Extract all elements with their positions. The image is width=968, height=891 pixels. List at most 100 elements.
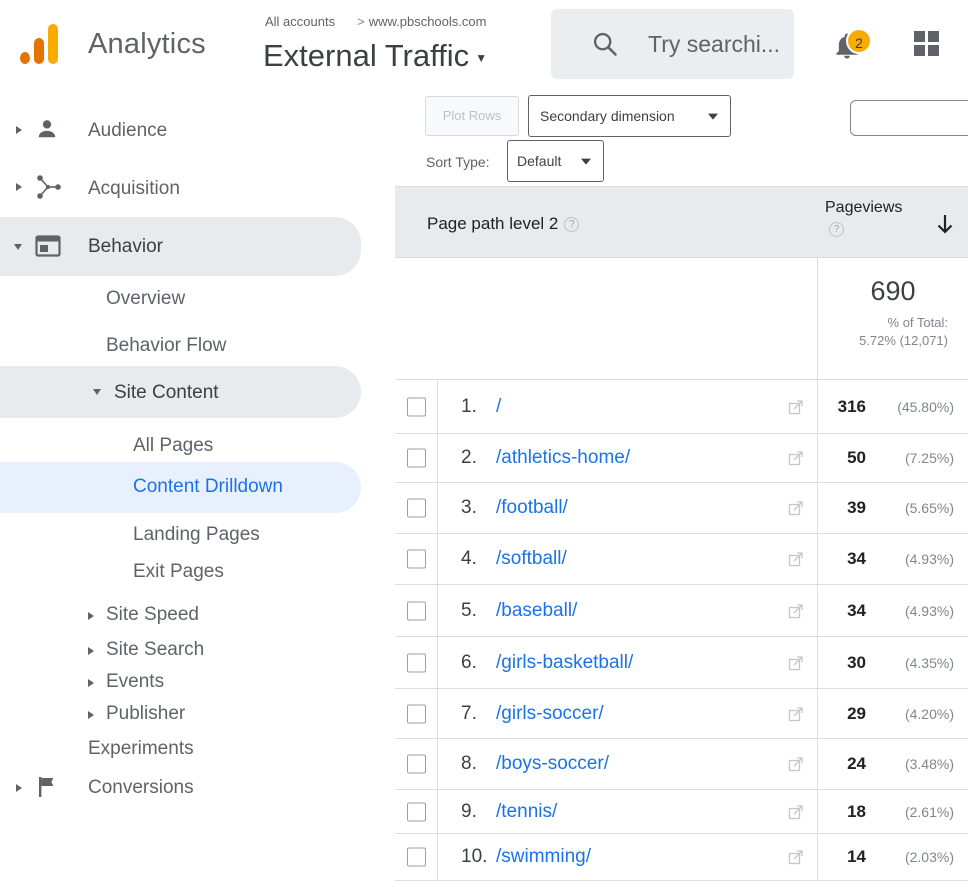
- row-checkbox[interactable]: [407, 754, 426, 774]
- breadcrumb-property[interactable]: www.pbschools.com: [369, 14, 487, 29]
- sidebar-item-site-content[interactable]: Site Content: [0, 366, 361, 418]
- view-selector[interactable]: External Traffic ▼: [263, 38, 487, 74]
- column-divider: [817, 380, 818, 433]
- sort-type-dropdown[interactable]: Default: [507, 140, 604, 182]
- page-path-link[interactable]: /baseball/: [496, 600, 577, 622]
- row-checkbox[interactable]: [407, 802, 426, 821]
- open-external-icon[interactable]: [788, 804, 804, 820]
- chevron-down-icon: [708, 113, 718, 120]
- column-divider: [817, 534, 818, 584]
- secondary-dimension-dropdown[interactable]: Secondary dimension: [528, 95, 731, 137]
- row-checkbox[interactable]: [407, 549, 426, 569]
- open-external-icon[interactable]: [788, 450, 804, 466]
- row-index: 8.: [461, 753, 477, 774]
- open-external-icon[interactable]: [788, 655, 804, 671]
- summary-pct-value: 5.72% (12,071): [859, 333, 948, 348]
- table-row: 7. /girls-soccer/29 (4.20%): [395, 688, 968, 738]
- row-checkbox-cell: [395, 534, 438, 584]
- search-input[interactable]: [648, 31, 788, 57]
- pageviews-column-header[interactable]: Pageviews ?: [825, 199, 902, 237]
- sidebar-item-exit-pages[interactable]: Exit Pages: [133, 561, 224, 583]
- row-checkbox[interactable]: [407, 498, 426, 518]
- column-divider: [817, 689, 818, 738]
- sidebar-nav: Audience Acquisition Behavior Overview B…: [0, 90, 395, 891]
- sidebar-item-publisher[interactable]: Publisher: [86, 703, 356, 727]
- open-external-icon[interactable]: [788, 756, 804, 772]
- page-path-link[interactable]: /athletics-home/: [496, 447, 630, 469]
- search-box[interactable]: [551, 9, 794, 79]
- sidebar-item-content-drilldown[interactable]: Content Drilldown: [0, 462, 361, 513]
- table-filter-input[interactable]: [850, 100, 968, 136]
- sidebar-label-behavior-flow: Behavior Flow: [106, 335, 227, 356]
- row-checkbox[interactable]: [407, 847, 426, 867]
- page-path-link[interactable]: /tennis/: [496, 801, 557, 823]
- chevron-down-icon: [581, 158, 591, 165]
- page-path-link[interactable]: /football/: [496, 497, 568, 519]
- page-path-link[interactable]: /girls-soccer/: [496, 703, 604, 725]
- sidebar-item-behavior[interactable]: Behavior: [0, 217, 361, 276]
- sidebar-item-experiments[interactable]: Experiments: [88, 738, 194, 760]
- sidebar-item-acquisition[interactable]: Acquisition: [0, 170, 360, 206]
- row-checkbox[interactable]: [407, 601, 426, 620]
- expand-arrow-icon: [88, 711, 94, 719]
- collapse-arrow-icon: [93, 389, 101, 395]
- analytics-logo-icon[interactable]: [20, 22, 60, 64]
- pageviews-value: 34: [847, 600, 866, 620]
- row-checkbox-cell: [395, 585, 438, 636]
- sidebar-item-all-pages[interactable]: All Pages: [133, 435, 213, 457]
- sort-descending-arrow-icon[interactable]: [935, 212, 955, 236]
- sidebar-label-all-pages: All Pages: [133, 435, 214, 456]
- row-checkbox-cell: [395, 434, 438, 482]
- expand-arrow-icon: [88, 647, 94, 655]
- column-divider: [817, 739, 818, 789]
- sidebar-item-landing-pages[interactable]: Landing Pages: [133, 524, 260, 546]
- row-checkbox[interactable]: [407, 704, 426, 723]
- page-path-link[interactable]: /boys-soccer/: [496, 753, 609, 775]
- page-path-link[interactable]: /: [496, 396, 501, 418]
- sidebar-item-events[interactable]: Events: [86, 671, 356, 695]
- open-external-icon[interactable]: [788, 500, 804, 516]
- column-divider: [817, 834, 818, 880]
- open-external-icon[interactable]: [788, 551, 804, 567]
- sidebar-item-audience[interactable]: Audience: [0, 112, 360, 148]
- sidebar-label-events: Events: [106, 671, 165, 692]
- row-checkbox[interactable]: [407, 653, 426, 672]
- help-icon[interactable]: ?: [829, 222, 844, 237]
- column-divider: [817, 790, 818, 833]
- table-row: 6. /girls-basketball/30 (4.35%): [395, 636, 968, 688]
- app-name: Analytics: [88, 28, 206, 60]
- open-external-icon[interactable]: [788, 603, 804, 619]
- open-external-icon[interactable]: [788, 706, 804, 722]
- page-path-link[interactable]: /girls-basketball/: [496, 652, 633, 674]
- row-index: 10.: [461, 846, 488, 867]
- open-external-icon[interactable]: [788, 399, 804, 415]
- table-bottom-border: [395, 880, 968, 881]
- sidebar-label-overview: Overview: [106, 288, 186, 309]
- page-path-link[interactable]: /swimming/: [496, 846, 591, 868]
- sidebar-item-behavior-flow[interactable]: Behavior Flow: [106, 335, 226, 357]
- sidebar-item-overview[interactable]: Overview: [106, 288, 185, 310]
- sidebar-label-content-drilldown: Content Drilldown: [133, 476, 283, 497]
- row-checkbox-cell: [395, 834, 438, 880]
- sidebar-item-site-speed[interactable]: Site Speed: [86, 604, 356, 628]
- breadcrumb[interactable]: All accounts > www.pbschools.com: [265, 14, 486, 29]
- apps-grid-icon[interactable]: [914, 31, 940, 57]
- pageviews-value: 39: [847, 498, 866, 517]
- row-checkbox[interactable]: [407, 448, 426, 468]
- dimension-column-header[interactable]: Page path level 2?: [427, 214, 580, 234]
- pageviews-percent: (5.65%): [904, 500, 954, 516]
- help-icon[interactable]: ?: [564, 217, 580, 233]
- notification-badge: 2: [846, 28, 872, 54]
- pageviews-value: 50: [847, 448, 866, 467]
- row-checkbox[interactable]: [407, 397, 426, 416]
- page-path-link[interactable]: /softball/: [496, 548, 567, 570]
- column-divider: [817, 637, 818, 688]
- report-content: Plot Rows Secondary dimension Sort Type:…: [395, 90, 968, 891]
- sidebar-item-site-search[interactable]: Site Search: [86, 639, 356, 663]
- breadcrumb-account[interactable]: All accounts: [265, 14, 335, 29]
- table-row: 1. / 316 (45.80%): [395, 379, 968, 433]
- expand-arrow-icon: [16, 784, 22, 792]
- plot-rows-button[interactable]: Plot Rows: [425, 96, 519, 136]
- sidebar-item-conversions[interactable]: Conversions: [0, 773, 360, 803]
- open-external-icon[interactable]: [788, 849, 804, 865]
